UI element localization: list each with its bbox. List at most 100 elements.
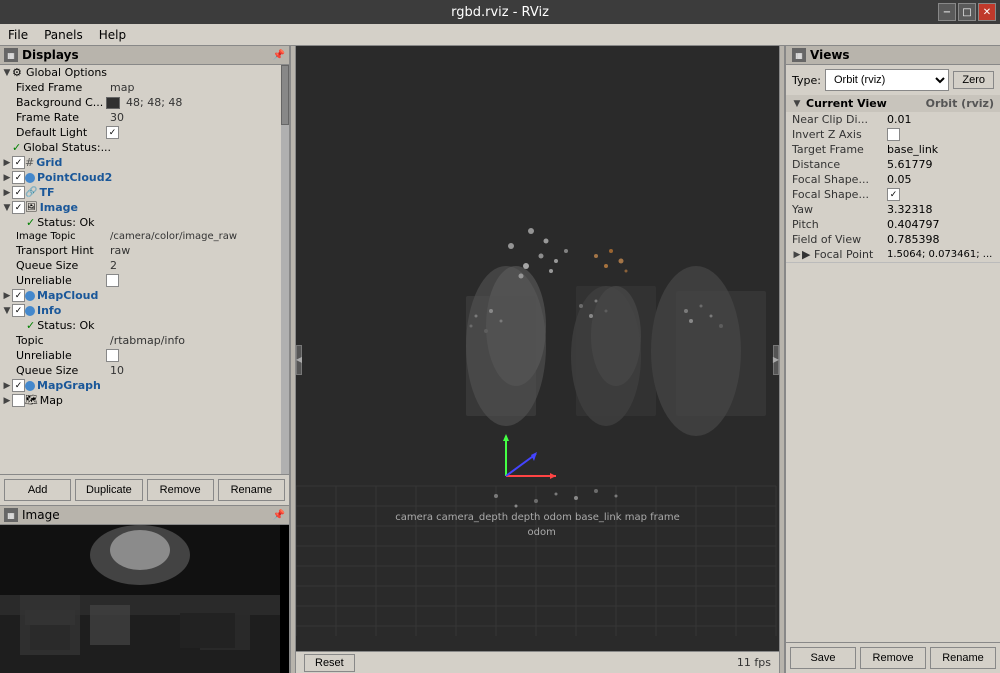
views-remove-button[interactable]: Remove [860, 647, 926, 669]
views-header: ▦ Views [786, 46, 1000, 65]
tree-item-queue-size[interactable]: Queue Size 2 [0, 258, 281, 273]
title-bar: rgbd.rviz - RViz − □ ✕ [0, 0, 1000, 24]
info-unreliable-check[interactable] [106, 349, 119, 362]
window-title: rgbd.rviz - RViz [451, 5, 549, 20]
views-tree[interactable]: ▼ Current View Orbit (rviz) Near Clip Di… [786, 95, 1000, 642]
type-label: Type: [792, 74, 821, 87]
unreliable-check[interactable] [106, 274, 119, 287]
views-row-distance[interactable]: Distance 5.61779 [786, 157, 1000, 172]
3d-viewport[interactable]: camera camera_depth depth odom base_link… [296, 46, 779, 673]
tree-item-info[interactable]: ▼ ✓ Info [0, 303, 281, 318]
gear-icon: ⚙ [12, 67, 24, 79]
menu-bar: File Panels Help [0, 24, 1000, 46]
tree-item-tf[interactable]: ▶ ✓ 🔗 TF [0, 185, 281, 200]
tree-item-info-unreliable[interactable]: Unreliable [0, 348, 281, 363]
tree-item-frame-rate[interactable]: Frame Rate 30 [0, 110, 281, 125]
tree-item-global-options[interactable]: ▼ ⚙ Global Options [0, 65, 281, 80]
reset-button[interactable]: Reset [304, 654, 355, 672]
maximize-button[interactable]: □ [958, 3, 976, 21]
focal-shape-checkbox[interactable]: ✓ [887, 188, 900, 201]
pointcloud2-label: PointCloud2 [37, 171, 112, 184]
tree-item-fixed-frame[interactable]: Fixed Frame map [0, 80, 281, 95]
tree-item-default-light[interactable]: Default Light ✓ [0, 125, 281, 140]
tree-item-pointcloud2[interactable]: ▶ ✓ PointCloud2 [0, 170, 281, 185]
map-label: Map [40, 394, 63, 407]
tf-check[interactable]: ✓ [12, 186, 25, 199]
status-bar: Reset 11 fps [296, 651, 779, 673]
tree-item-grid[interactable]: ▶ ✓ # Grid [0, 155, 281, 170]
views-row-yaw[interactable]: Yaw 3.32318 [786, 202, 1000, 217]
remove-button[interactable]: Remove [147, 479, 214, 501]
tree-item-info-queue[interactable]: Queue Size 10 [0, 363, 281, 378]
tree-item-image-topic[interactable]: Image Topic /camera/color/image_raw [0, 230, 281, 243]
menu-file[interactable]: File [0, 26, 36, 44]
pointcloud2-check[interactable]: ✓ [12, 171, 25, 184]
views-label: Views [810, 48, 850, 62]
tree-item-global-status[interactable]: ✓ Global Status:... [0, 140, 281, 155]
map-check[interactable] [12, 394, 25, 407]
tree-item-map[interactable]: ▶ 🗺 Map [0, 393, 281, 408]
menu-panels[interactable]: Panels [36, 26, 91, 44]
type-select[interactable]: Orbit (rviz) [825, 69, 949, 91]
right-resize-handle[interactable]: ▶ [773, 345, 779, 375]
tree-item-bg-color[interactable]: Background C... 48; 48; 48 [0, 95, 281, 110]
current-view-type: Orbit (rviz) [926, 97, 994, 110]
zero-button[interactable]: Zero [953, 71, 994, 89]
invert-z-checkbox[interactable] [887, 128, 900, 141]
right-panel: ▦ Views Type: Orbit (rviz) Zero ▼ Curren… [785, 46, 1000, 673]
views-row-near-clip[interactable]: Near Clip Di... 0.01 [786, 112, 1000, 127]
mapcloud-check[interactable]: ✓ [12, 289, 25, 302]
image-panel-label: Image [22, 508, 60, 522]
tree-item-info-status[interactable]: ✓ Status: Ok [0, 318, 281, 333]
mapgraph-check[interactable]: ✓ [12, 379, 25, 392]
add-button[interactable]: Add [4, 479, 71, 501]
views-row-focal-shape-size[interactable]: Focal Shape... 0.05 [786, 172, 1000, 187]
tree-item-image[interactable]: ▼ ✓ 🖼 Image [0, 200, 281, 215]
tf-label: TF [39, 186, 54, 199]
tree-item-mapgraph[interactable]: ▶ ✓ MapGraph [0, 378, 281, 393]
views-rename-button[interactable]: Rename [930, 647, 996, 669]
scroll-pin-icon2: 📌 [273, 510, 285, 521]
tree-item-info-topic[interactable]: Topic /rtabmap/info [0, 333, 281, 348]
global-options-label: Global Options [26, 66, 107, 79]
close-button[interactable]: ✕ [978, 3, 996, 21]
image-svg [0, 525, 280, 673]
duplicate-button[interactable]: Duplicate [75, 479, 142, 501]
odom-label: odom [528, 527, 556, 538]
left-resize-handle[interactable]: ◀ [296, 345, 302, 375]
window-controls[interactable]: − □ ✕ [938, 3, 996, 21]
image-label: Image [40, 201, 78, 214]
views-row-invert-z[interactable]: Invert Z Axis [786, 127, 1000, 142]
default-light-checkbox[interactable]: ✓ [106, 126, 119, 139]
tree-item-image-status[interactable]: ✓ Status: Ok [0, 215, 281, 230]
views-row-target-frame[interactable]: Target Frame base_link [786, 142, 1000, 157]
rename-button[interactable]: Rename [218, 479, 285, 501]
viewport-svg [296, 46, 779, 673]
menu-help[interactable]: Help [91, 26, 134, 44]
views-row-focal-point[interactable]: ▶ ▶ Focal Point 1.5064; 0.073461; ... [786, 247, 1000, 262]
views-panel-icon: ▦ [792, 48, 806, 62]
displays-tree[interactable]: ▼ ⚙ Global Options Fixed Frame map Backg… [0, 65, 289, 474]
current-view-label: Current View [806, 97, 887, 110]
tree-item-unreliable[interactable]: Unreliable [0, 273, 281, 288]
minimize-button[interactable]: − [938, 3, 956, 21]
current-view-section: ▼ Current View Orbit (rviz) Near Clip Di… [786, 95, 1000, 263]
views-row-pitch[interactable]: Pitch 0.404797 [786, 217, 1000, 232]
image-check[interactable]: ✓ [12, 201, 25, 214]
views-row-focal-shape-fixed[interactable]: Focal Shape... ✓ [786, 187, 1000, 202]
image-subpanel: ▦ Image 📌 [0, 505, 289, 673]
grid-label: Grid [36, 156, 62, 169]
tree-item-mapcloud[interactable]: ▶ ✓ MapCloud [0, 288, 281, 303]
displays-label: Displays [22, 48, 79, 62]
grid-check[interactable]: ✓ [12, 156, 25, 169]
tree-item-transport-hint[interactable]: Transport Hint raw [0, 243, 281, 258]
displays-bottom-buttons: Add Duplicate Remove Rename [0, 474, 289, 505]
global-status-label: Global Status:... [23, 141, 111, 154]
image-panel-header: ▦ Image 📌 [0, 506, 289, 525]
views-row-fov[interactable]: Field of View 0.785398 [786, 232, 1000, 247]
info-check[interactable]: ✓ [12, 304, 25, 317]
views-save-button[interactable]: Save [790, 647, 856, 669]
tree-scrollbar[interactable] [281, 65, 289, 474]
info-label: Info [37, 304, 61, 317]
scroll-pin-icon: 📌 [273, 50, 285, 61]
